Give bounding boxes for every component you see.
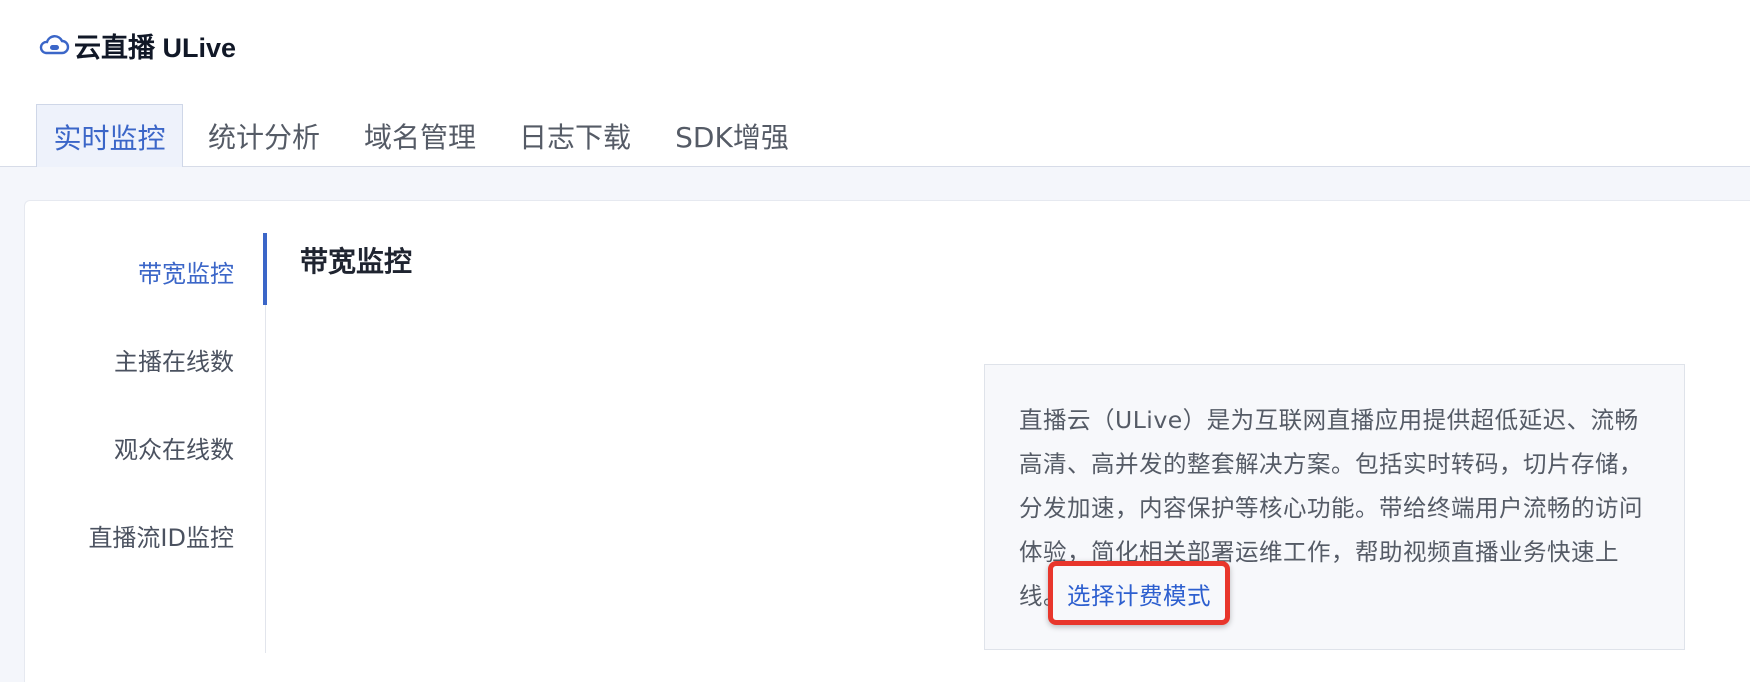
cloud-play-icon bbox=[39, 35, 70, 55]
sidebar-item-bandwidth[interactable]: 带宽监控 bbox=[138, 254, 234, 289]
info-description: 直播云（ULive）是为互联网直播应用提供超低延迟、流畅高清、高并发的整套解决方… bbox=[1019, 406, 1643, 610]
page-title: 带宽监控 bbox=[300, 245, 413, 278]
tab-sdk-enhance[interactable]: SDK增强 bbox=[657, 104, 807, 167]
sidebar-item-audience-online[interactable]: 观众在线数 bbox=[114, 430, 234, 465]
tab-realtime-monitor[interactable]: 实时监控 bbox=[36, 104, 183, 168]
sidebar-item-stream-id[interactable]: 直播流ID监控 bbox=[88, 518, 234, 553]
sidebar-item-anchors-online[interactable]: 主播在线数 bbox=[114, 342, 234, 377]
sidebar-active-indicator bbox=[263, 233, 267, 305]
brand: 云直播 ULive bbox=[38, 28, 237, 63]
app-title: 云直播 ULive bbox=[74, 32, 237, 63]
tab-statistics[interactable]: 统计分析 bbox=[196, 104, 332, 167]
select-billing-mode-link[interactable]: 选择计费模式 bbox=[1067, 582, 1211, 610]
tab-log-download[interactable]: 日志下载 bbox=[507, 104, 643, 167]
tab-domain-management[interactable]: 域名管理 bbox=[352, 104, 488, 167]
info-text: 直播云（ULive）是为互联网直播应用提供超低延迟、流畅高清、高并发的整套解决方… bbox=[1019, 398, 1649, 618]
